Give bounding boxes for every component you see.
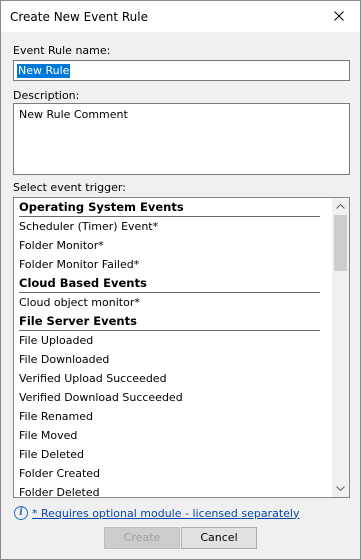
- group-divider: [19, 330, 320, 331]
- group-divider: [19, 292, 320, 293]
- trigger-item-label: Folder Deleted: [19, 486, 100, 497]
- trigger-group-header: File Server Events: [14, 312, 333, 331]
- scroll-thumb[interactable]: [334, 215, 347, 271]
- trigger-list-item[interactable]: Folder Deleted: [14, 483, 333, 497]
- trigger-group-header: Operating System Events: [14, 198, 333, 217]
- trigger-group-header: Cloud Based Events: [14, 274, 333, 293]
- group-divider: [19, 216, 320, 217]
- trigger-list-item[interactable]: File Renamed: [14, 407, 333, 426]
- create-button[interactable]: Create: [104, 527, 180, 549]
- trigger-list-item[interactable]: Cloud object monitor*: [14, 293, 333, 312]
- scroll-up-button[interactable]: [332, 198, 349, 215]
- trigger-item-label: Scheduler (Timer) Event*: [19, 220, 159, 233]
- trigger-item-label: File Renamed: [19, 410, 93, 423]
- close-button[interactable]: [322, 1, 356, 31]
- trigger-item-label: Folder Monitor Failed*: [19, 258, 140, 271]
- list-scrollbar[interactable]: [332, 198, 349, 497]
- trigger-list-item[interactable]: Folder Created: [14, 464, 333, 483]
- info-icon: i: [14, 506, 28, 520]
- close-icon: [334, 11, 344, 21]
- trigger-item-label: File Deleted: [19, 448, 85, 461]
- trigger-group-label: Cloud Based Events: [19, 276, 147, 290]
- trigger-list-item[interactable]: Scheduler (Timer) Event*: [14, 217, 333, 236]
- trigger-group-label: File Server Events: [19, 314, 137, 328]
- trigger-list-item[interactable]: File Uploaded: [14, 331, 333, 350]
- title-bar: Create New Event Rule: [1, 1, 360, 32]
- trigger-item-label: File Uploaded: [19, 334, 94, 347]
- rule-name-input[interactable]: New Rule: [13, 60, 350, 81]
- event-trigger-list-items: Operating System Events Scheduler (Timer)…: [14, 198, 333, 497]
- trigger-list-item[interactable]: Folder Monitor Failed*: [14, 255, 333, 274]
- description-label: Description:: [13, 89, 80, 102]
- scroll-down-button[interactable]: [332, 480, 349, 497]
- trigger-item-label: Cloud object monitor*: [19, 296, 140, 309]
- trigger-list-item[interactable]: File Moved: [14, 426, 333, 445]
- event-trigger-label: Select event trigger:: [13, 181, 126, 194]
- cancel-button[interactable]: Cancel: [181, 527, 257, 549]
- trigger-item-label: Verified Download Succeeded: [19, 391, 183, 404]
- trigger-item-label: Verified Upload Succeeded: [19, 372, 167, 385]
- description-textarea[interactable]: New Rule Comment: [13, 103, 350, 175]
- chevron-up-icon: [336, 204, 345, 209]
- trigger-item-label: Folder Created: [19, 467, 101, 480]
- trigger-group-label: Operating System Events: [19, 200, 184, 214]
- rule-name-value: New Rule: [17, 64, 71, 78]
- trigger-item-label: Folder Monitor*: [19, 239, 104, 252]
- trigger-list-item[interactable]: File Downloaded: [14, 350, 333, 369]
- chevron-down-icon: [336, 486, 345, 491]
- create-event-rule-dialog: Create New Event Rule Event Rule name: N…: [0, 0, 361, 560]
- trigger-list-item[interactable]: Verified Upload Succeeded: [14, 369, 333, 388]
- rule-name-label: Event Rule name:: [13, 44, 111, 57]
- trigger-list-item[interactable]: Folder Monitor*: [14, 236, 333, 255]
- license-footnote-link[interactable]: * Requires optional module - licensed se…: [32, 507, 299, 520]
- trigger-item-label: File Downloaded: [19, 353, 110, 366]
- dialog-title: Create New Event Rule: [10, 10, 148, 24]
- license-footnote: i * Requires optional module - licensed …: [14, 505, 299, 521]
- trigger-list-item[interactable]: Verified Download Succeeded: [14, 388, 333, 407]
- trigger-item-label: File Moved: [19, 429, 78, 442]
- event-trigger-list[interactable]: Operating System Events Scheduler (Timer)…: [13, 197, 350, 498]
- trigger-list-item[interactable]: File Deleted: [14, 445, 333, 464]
